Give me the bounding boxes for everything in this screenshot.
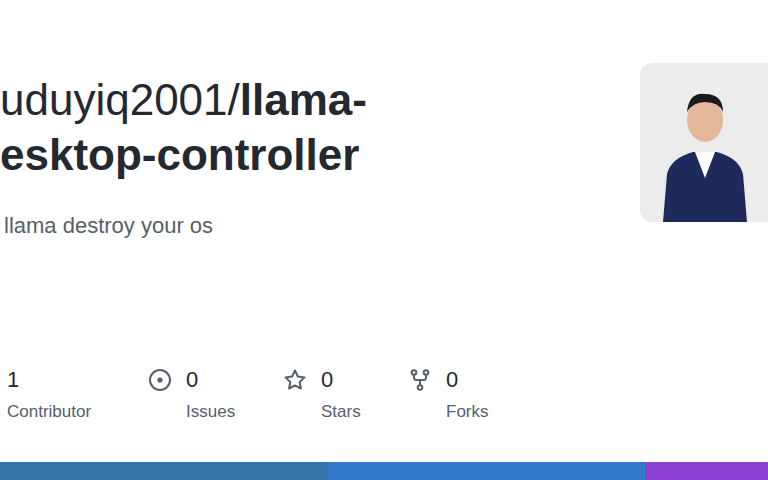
stat-label: Forks: [446, 400, 489, 424]
repo-info: uduyiq2001/llama- esktop-controller llam…: [0, 0, 640, 241]
stat-text: 0 Forks: [446, 365, 489, 424]
fork-icon: [408, 368, 432, 392]
stat-label: Issues: [186, 400, 235, 424]
stat-text: 0 Issues: [186, 365, 235, 424]
stat-text: 0 Stars: [321, 365, 361, 424]
stat-contributors[interactable]: 1 Contributor: [7, 365, 148, 424]
stat-text: 1 Contributor: [7, 365, 91, 424]
language-segment: [328, 462, 645, 480]
repo-title[interactable]: uduyiq2001/llama- esktop-controller: [0, 72, 640, 182]
avatar-photo-icon: [649, 82, 759, 222]
repo-name[interactable]: llama-: [240, 75, 367, 124]
stat-forks[interactable]: 0 Forks: [408, 365, 548, 424]
repo-description: llama destroy your os: [0, 211, 640, 241]
star-icon: [283, 368, 307, 392]
card-header: uduyiq2001/llama- esktop-controller llam…: [0, 0, 768, 241]
stat-issues[interactable]: 0 Issues: [148, 365, 283, 424]
repo-card: uduyiq2001/llama- esktop-controller llam…: [0, 0, 768, 480]
repo-owner[interactable]: uduyiq2001/: [0, 75, 240, 124]
stat-count: 1: [7, 365, 91, 395]
language-segment: [645, 462, 768, 480]
stats-row: 1 Contributor 0 Issues 0 Stars 0 Forks: [0, 365, 768, 424]
stat-count: 0: [446, 365, 489, 395]
stat-stars[interactable]: 0 Stars: [283, 365, 408, 424]
language-segment: [0, 462, 328, 480]
stat-count: 0: [321, 365, 361, 395]
stat-count: 0: [186, 365, 235, 395]
stat-label: Stars: [321, 400, 361, 424]
language-bar: [0, 462, 768, 480]
owner-avatar[interactable]: [640, 63, 768, 222]
repo-name[interactable]: esktop-controller: [0, 130, 359, 179]
issue-icon: [148, 368, 172, 392]
stat-label: Contributor: [7, 400, 91, 424]
